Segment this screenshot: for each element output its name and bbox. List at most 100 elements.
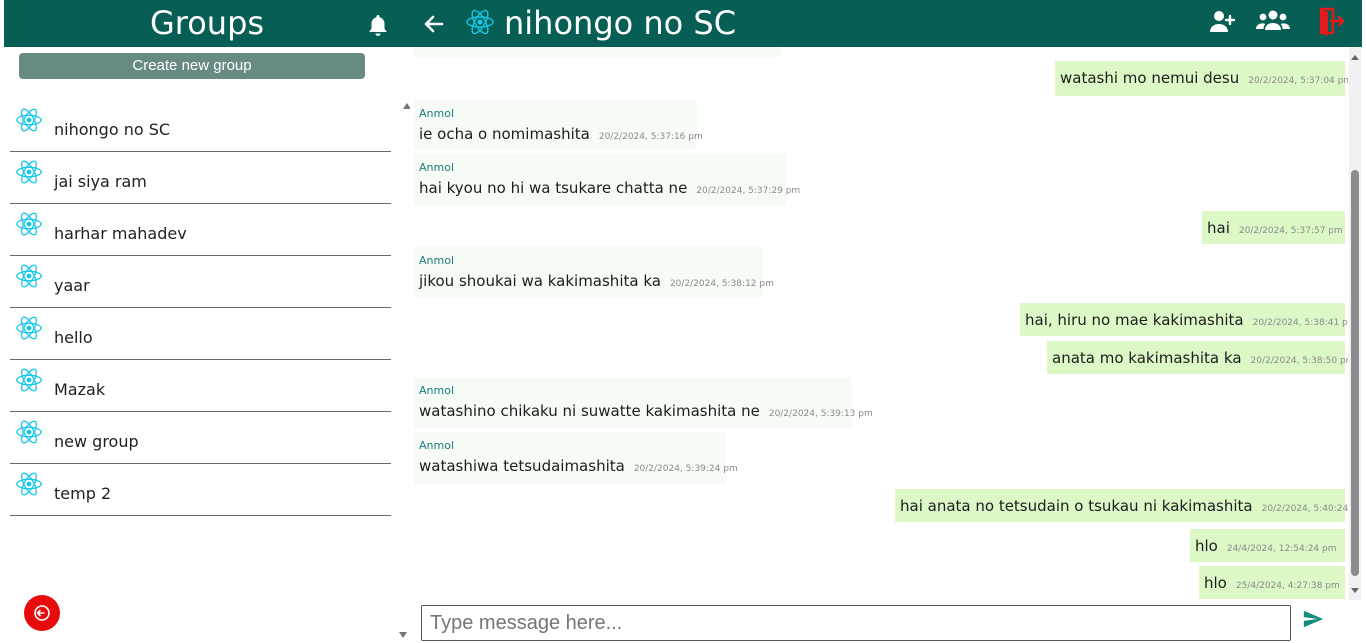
create-group-button[interactable]: Create new group <box>19 53 365 79</box>
incoming-message: Anmol hai kyou no hi wa tsukare chatta ne… <box>414 154 800 205</box>
chat-title: nihongo no SC <box>504 4 737 42</box>
message-text: jikou shoukai wa kakimashita ka <box>419 272 661 290</box>
message-text-row: hai kyou no hi wa tsukare chatta ne 20/2/… <box>419 179 800 197</box>
group-name: hello <box>54 328 93 347</box>
exit-door-icon[interactable] <box>1318 6 1346 36</box>
group-name: nihongo no SC <box>54 120 171 139</box>
group-name: new group <box>54 432 139 451</box>
message-input[interactable] <box>421 605 1291 641</box>
message-timestamp: 20/2/2024, 5:38:12 pm <box>669 279 774 289</box>
group-item[interactable]: temp 2 <box>10 464 391 516</box>
users-group-icon[interactable] <box>1256 8 1290 36</box>
message-timestamp: 20/2/2024, 5:37:29 pm <box>696 186 801 196</box>
react-atom-icon <box>16 264 42 288</box>
react-atom-icon <box>16 420 42 444</box>
message-text-row: anata mo kakimashita ka 20/2/2024, 5:38:5… <box>1052 349 1348 367</box>
react-atom-icon <box>16 160 42 184</box>
message-sender: Anmol <box>419 254 454 267</box>
outgoing-message: hai 20/2/2024, 5:37:57 pm <box>1202 211 1345 244</box>
react-atom-icon <box>16 368 42 392</box>
react-atom-icon <box>16 212 42 236</box>
group-name: yaar <box>54 276 90 295</box>
message-timestamp: 24/4/2024, 12:54:24 pm <box>1226 544 1337 554</box>
message-sender: Anmol <box>419 439 454 452</box>
group-item[interactable]: Mazak <box>10 360 391 412</box>
send-icon[interactable] <box>1302 608 1324 630</box>
group-list: nihongo no SC jai siya ram harhar mahadev y… <box>10 100 391 516</box>
messages-scrollbar-thumb[interactable] <box>1351 170 1359 576</box>
message-text: ie ocha o nomimashita <box>419 125 590 143</box>
group-item[interactable]: jai siya ram <box>10 152 391 204</box>
message-text: hai, hiru no mae kakimashita <box>1025 311 1244 329</box>
message-timestamp: 20/2/2024, 5:37:57 pm <box>1238 226 1343 236</box>
group-name: temp 2 <box>54 484 112 503</box>
message-timestamp: 20/2/2024, 5:40:24 pm <box>1261 504 1348 514</box>
group-name: harhar mahadev <box>54 224 187 243</box>
outgoing-message: anata mo kakimashita ka 20/2/2024, 5:38:5… <box>1047 341 1348 374</box>
message-text: hai <box>1207 219 1230 237</box>
group-name: jai siya ram <box>54 172 147 191</box>
message-sender: Anmol <box>419 161 454 174</box>
message-text-row: ie ocha o nomimashita 20/2/2024, 5:37:16 … <box>419 125 703 143</box>
react-atom-icon <box>466 9 494 35</box>
outgoing-message: hlo 24/4/2024, 12:54:24 pm <box>1190 529 1345 562</box>
messages-scroll-down[interactable] <box>1351 588 1359 593</box>
outgoing-message: hlo 25/4/2024, 4:27:38 pm <box>1199 566 1345 599</box>
message-list: watashi mo nemui desu 20/2/2024, 5:37:04 … <box>410 47 1348 600</box>
react-atom-icon <box>16 108 42 132</box>
message-text: watashiwa tetsudaimashita <box>419 457 625 475</box>
group-item[interactable]: yaar <box>10 256 391 308</box>
message-text-row: hlo 25/4/2024, 4:27:38 pm <box>1204 574 1340 592</box>
messages-scroll-up[interactable] <box>1351 55 1359 60</box>
message-timestamp: 20/2/2024, 5:37:04 pm <box>1248 76 1348 86</box>
react-atom-icon <box>16 472 42 496</box>
sidebar-scrollbar[interactable] <box>396 100 410 643</box>
message-sender: Anmol <box>419 107 454 120</box>
message-text-row: jikou shoukai wa kakimashita ka 20/2/2024… <box>419 272 774 290</box>
sidebar: Groups Create new group nihongo no SC jai… <box>0 0 410 643</box>
group-item[interactable]: hello <box>10 308 391 360</box>
message-text-row: watashi mo nemui desu 20/2/2024, 5:37:04 … <box>1060 69 1348 87</box>
message-timestamp: 20/2/2024, 5:37:16 pm <box>598 132 703 142</box>
message-sender: Anmol <box>419 384 454 397</box>
incoming-message: Anmol ie ocha o nomimashita 20/2/2024, 5:3… <box>414 100 703 149</box>
message-text: hai anata no tetsudain o tsukau ni kakim… <box>900 497 1253 515</box>
chat-app: Groups Create new group nihongo no SC jai… <box>0 0 1366 643</box>
bell-icon[interactable] <box>366 13 390 37</box>
incoming-message: Anmol watashino chikaku ni suwatte kakima… <box>414 377 873 428</box>
group-item[interactable]: new group <box>10 412 391 464</box>
group-name: Mazak <box>54 380 106 399</box>
message-text-row: hai 20/2/2024, 5:37:57 pm <box>1207 219 1343 237</box>
outgoing-message: hai, hiru no mae kakimashita 20/2/2024, 5… <box>1020 303 1348 336</box>
message-timestamp: 20/2/2024, 5:39:24 pm <box>633 464 738 474</box>
message-timestamp: 20/2/2024, 5:38:50 pm <box>1250 356 1348 366</box>
message-text: hai kyou no hi wa tsukare chatta ne <box>419 179 688 197</box>
message-text: watashi mo nemui desu <box>1060 69 1240 87</box>
back-arrow-icon[interactable] <box>422 12 446 36</box>
message-timestamp: 20/2/2024, 5:39:13 pm <box>768 409 873 419</box>
message-text: anata mo kakimashita ka <box>1052 349 1242 367</box>
message-text-row: hai, hiru no mae kakimashita 20/2/2024, 5… <box>1025 311 1348 329</box>
incoming-message: Anmol watashiwa tetsudaimashita 20/2/2024,… <box>414 432 738 484</box>
message-bubble-clipped <box>413 47 781 57</box>
message-timestamp: 25/4/2024, 4:27:38 pm <box>1235 581 1340 591</box>
message-timestamp: 20/2/2024, 5:38:41 pm <box>1252 318 1348 328</box>
scroll-down-arrow[interactable] <box>399 632 407 638</box>
message-text-row: watashiwa tetsudaimashita 20/2/2024, 5:39… <box>419 457 738 475</box>
message-text: hlo <box>1195 537 1218 555</box>
message-text: hlo <box>1204 574 1227 592</box>
message-text-row: hai anata no tetsudain o tsukau ni kakim… <box>900 497 1348 515</box>
message-text-row: watashino chikaku ni suwatte kakimashita… <box>419 402 873 420</box>
add-user-icon[interactable] <box>1208 8 1236 36</box>
group-item[interactable]: nihongo no SC <box>10 100 391 152</box>
logout-circle-icon <box>34 605 50 621</box>
message-text: watashino chikaku ni suwatte kakimashita… <box>419 402 760 420</box>
sidebar-header: Groups <box>4 0 410 47</box>
outgoing-message: watashi mo nemui desu 20/2/2024, 5:37:04 … <box>1055 61 1348 96</box>
outgoing-message: hai anata no tetsudain o tsukau ni kakim… <box>895 489 1348 522</box>
chat-header: nihongo no SC <box>410 0 1362 47</box>
message-text-row: hlo 24/4/2024, 12:54:24 pm <box>1195 537 1337 555</box>
incoming-message: Anmol jikou shoukai wa kakimashita ka 20/2… <box>414 247 774 297</box>
logout-button[interactable] <box>24 595 60 631</box>
group-item[interactable]: harhar mahadev <box>10 204 391 256</box>
